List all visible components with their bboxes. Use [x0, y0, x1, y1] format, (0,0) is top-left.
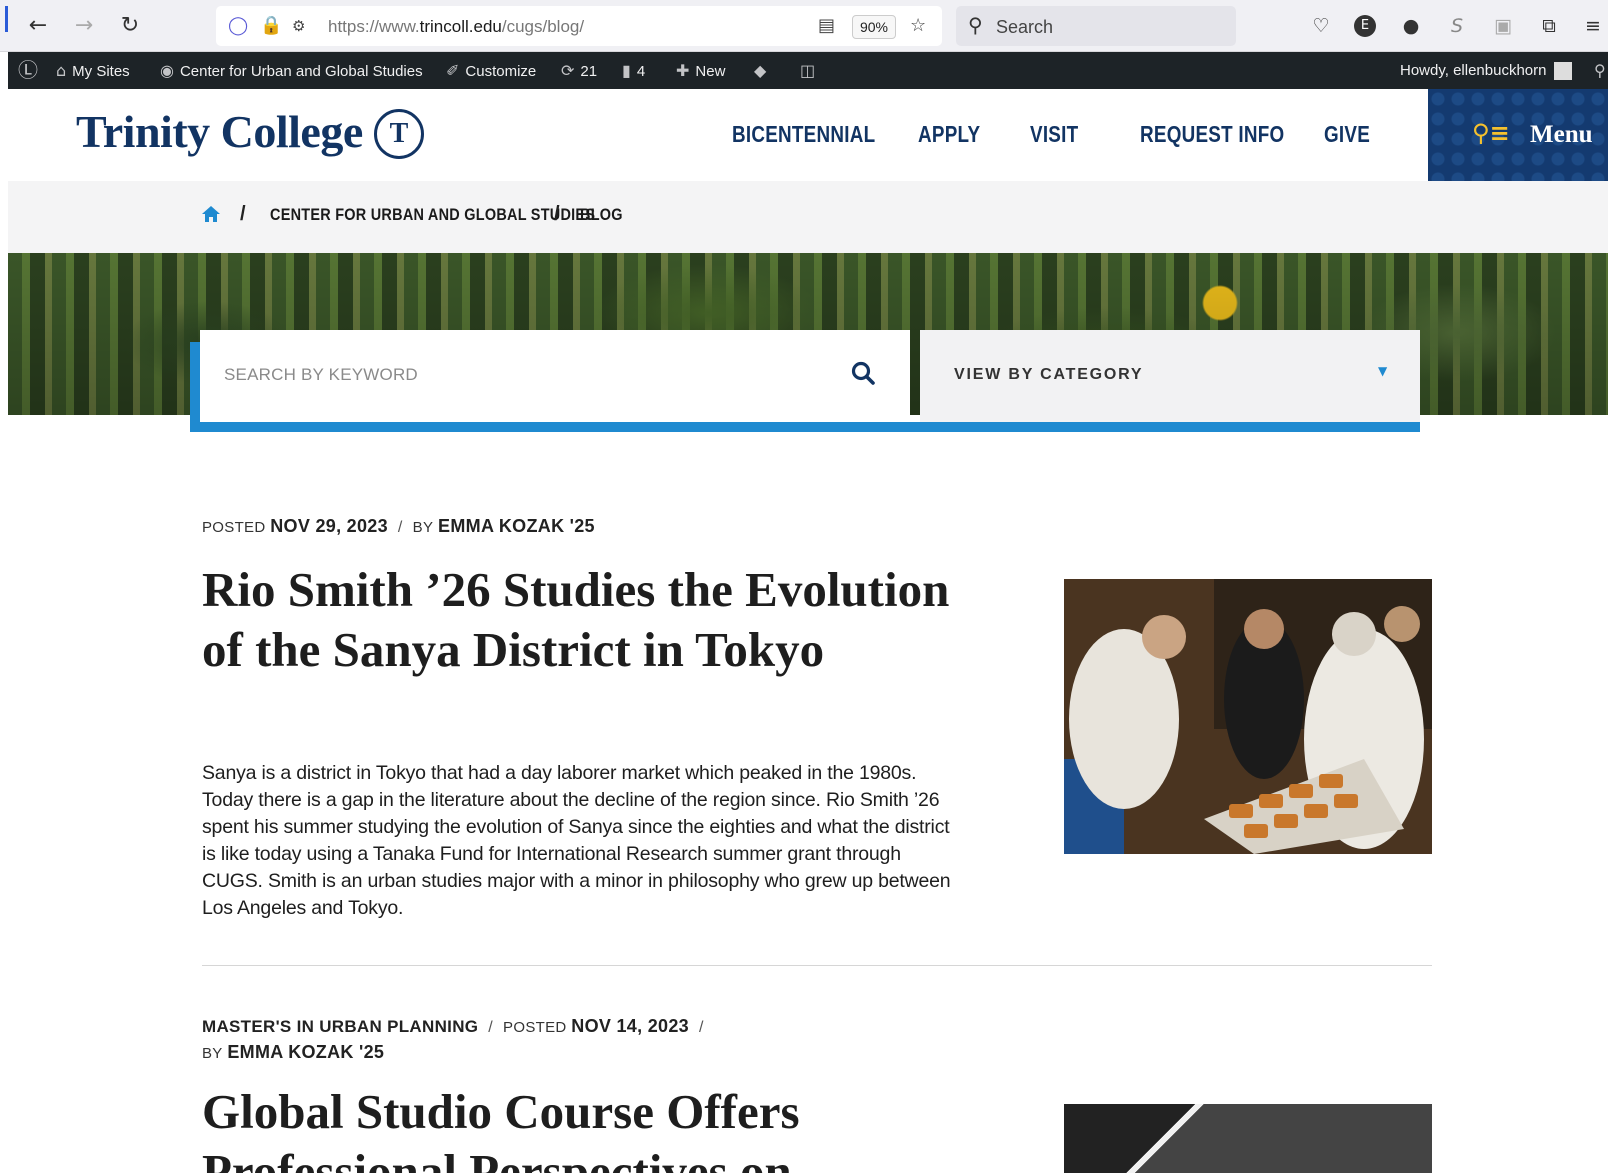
extension-k-icon[interactable]: ▣: [1490, 13, 1516, 39]
breadcrumb-separator: /: [554, 203, 560, 225]
pocket-icon[interactable]: ♡: [1308, 13, 1334, 39]
keyword-search-input[interactable]: [224, 360, 824, 390]
window-accent: [5, 6, 8, 32]
site-logo[interactable]: Trinity College: [76, 105, 363, 158]
post-divider: [202, 965, 1432, 966]
breadcrumb-separator: /: [240, 203, 246, 225]
post-author[interactable]: EMMA KOZAK '25: [227, 1042, 384, 1062]
wp-comments[interactable]: ▮ 4: [622, 52, 645, 89]
wp-howdy[interactable]: Howdy, ellenbuckhorn: [1400, 52, 1573, 89]
wp-site-name[interactable]: ◉ Center for Urban and Global Studies: [160, 52, 423, 89]
search-icon[interactable]: [850, 360, 878, 388]
address-bar[interactable]: ◯ 🔒 ⚙ https://www.trincoll.edu/cugs/blog…: [216, 6, 942, 46]
brush-icon: ✐: [446, 61, 460, 80]
browser-search-placeholder: Search: [996, 17, 1054, 37]
wp-customize[interactable]: ✐ Customize: [446, 52, 536, 89]
post-meta: POSTED NOV 29, 2023/BY EMMA KOZAK '25: [202, 516, 595, 536]
nav-visit[interactable]: VISIT: [1030, 121, 1078, 148]
post-thumbnail[interactable]: [1064, 1104, 1432, 1173]
avatar: [1554, 62, 1573, 81]
post-date: NOV 14, 2023: [571, 1016, 689, 1036]
nav-give[interactable]: GIVE: [1324, 121, 1370, 148]
extension-blobs-icon[interactable]: ●: [1398, 13, 1424, 39]
post-date: NOV 29, 2023: [270, 516, 388, 536]
url-text[interactable]: https://www.trincoll.edu/cugs/blog/: [328, 17, 584, 37]
zoom-level[interactable]: 90%: [852, 15, 896, 39]
category-dropdown-label: VIEW BY CATEGORY: [954, 366, 1144, 383]
comment-icon: ▮: [622, 61, 631, 80]
post-meta: MASTER'S IN URBAN PLANNING / POSTED NOV 14…: [202, 1016, 704, 1062]
dashboard-icon: ◉: [160, 61, 174, 80]
home-icon[interactable]: [201, 205, 221, 223]
post-title[interactable]: Rio Smith ’26 Studies the Evolution of t…: [202, 560, 962, 680]
wordpress-logo-icon[interactable]: Ⓛ: [18, 52, 44, 89]
hamburger-menu-icon[interactable]: ≡: [1580, 13, 1606, 39]
search-menu-icon: ⚲≡: [1472, 119, 1510, 147]
nav-request-info[interactable]: REQUEST INFO: [1140, 121, 1284, 148]
blog-filter-panel: VIEW BY CATEGORY ▼: [190, 330, 1420, 432]
post-title[interactable]: Global Studio Course Offers Professional…: [202, 1082, 962, 1173]
wp-new[interactable]: ✚ New: [676, 52, 725, 89]
menu-label: Menu: [1530, 121, 1593, 148]
extension-e-icon[interactable]: E: [1354, 15, 1376, 37]
plus-icon: ✚: [676, 61, 690, 80]
keyword-search-box: [200, 330, 910, 422]
back-icon[interactable]: ←: [24, 12, 52, 40]
breadcrumb-item-cugs[interactable]: CENTER FOR URBAN AND GLOBAL STUDIES: [270, 205, 595, 225]
nav-bicentennial[interactable]: BICENTENNIAL: [732, 121, 875, 148]
browser-toolbar: ← → ↻ ◯ 🔒 ⚙ https://www.trincoll.edu/cug…: [0, 0, 1608, 52]
accent-bar: [190, 422, 1420, 432]
reader-view-icon[interactable]: ▤: [818, 15, 835, 36]
reload-icon[interactable]: ↻: [116, 12, 144, 40]
wp-my-sites[interactable]: ⌂ My Sites: [56, 52, 130, 89]
updates-icon: ⟳: [561, 61, 575, 80]
wp-updates[interactable]: ⟳ 21: [561, 52, 597, 89]
permissions-icon[interactable]: ⚙: [292, 17, 305, 35]
college-seal-icon[interactable]: T: [374, 109, 424, 159]
site-header: Trinity College T BICENTENNIAL APPLY VIS…: [8, 89, 1608, 181]
extension-s-icon[interactable]: S: [1444, 13, 1470, 39]
category-dropdown[interactable]: VIEW BY CATEGORY ▼: [920, 330, 1420, 422]
lock-icon[interactable]: 🔒: [260, 15, 282, 36]
post-category[interactable]: MASTER'S IN URBAN PLANNING: [202, 1017, 478, 1036]
browser-search-box[interactable]: ⚲ Search: [956, 6, 1236, 46]
forward-icon[interactable]: →: [70, 12, 98, 40]
post-author[interactable]: EMMA KOZAK '25: [438, 516, 595, 536]
tracking-shield-icon[interactable]: ◯: [228, 15, 248, 36]
caret-down-icon: ▼: [1378, 364, 1388, 378]
wp-yoast-icon[interactable]: ◫: [800, 52, 821, 89]
wp-admin-bar: Ⓛ ⌂ My Sites ◉ Center for Urban and Global…: [8, 52, 1608, 89]
accent-bar: [190, 342, 200, 432]
wp-search-icon[interactable]: ⚲: [1594, 52, 1608, 89]
wp-diamond-icon[interactable]: ◆: [754, 52, 772, 89]
breadcrumb-item-blog: BLOG: [580, 205, 623, 224]
nav-apply[interactable]: APPLY: [918, 121, 980, 148]
bookmark-star-icon[interactable]: ☆: [910, 15, 926, 36]
post-excerpt: Sanya is a district in Tokyo that had a …: [202, 762, 951, 919]
breadcrumb: / CENTER FOR URBAN AND GLOBAL STUDIES / …: [8, 181, 1608, 253]
search-icon: ⚲: [968, 13, 983, 37]
extensions-puzzle-icon[interactable]: ⧉: [1536, 13, 1562, 39]
sites-icon: ⌂: [56, 61, 67, 80]
post-thumbnail[interactable]: [1064, 579, 1432, 854]
menu-button[interactable]: ⚲≡ Menu: [1428, 89, 1608, 181]
